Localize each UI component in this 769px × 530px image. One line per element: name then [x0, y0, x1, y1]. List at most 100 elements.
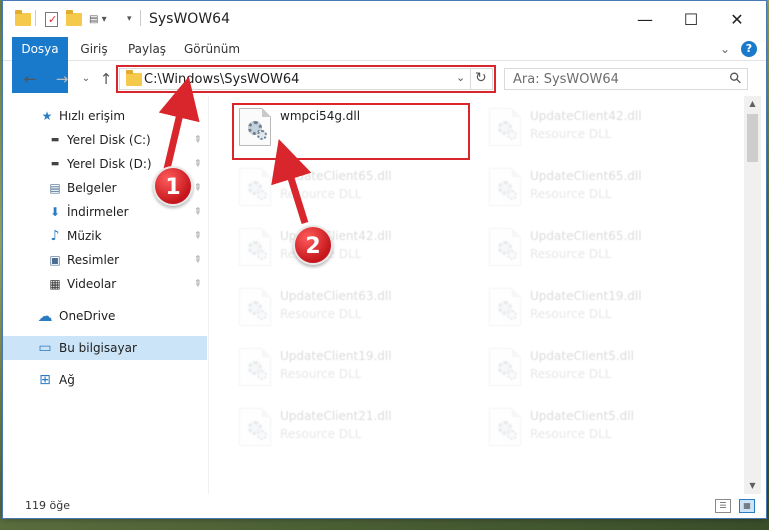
file-name: UpdateClient5.dll [530, 409, 634, 423]
file-type: Resource DLL [530, 127, 612, 141]
file-item[interactable]: UpdateClient21.dll Resource DLL [233, 402, 465, 458]
pin-icon[interactable]: ✎ [191, 230, 203, 242]
status-bar: 119 öğe ☰ ▦ [3, 494, 766, 518]
downloads-icon: ⬇ [49, 205, 61, 219]
expand-ribbon-icon[interactable]: ⌄ [717, 37, 733, 61]
sidebar-item-label: Ağ [59, 373, 75, 387]
search-icon[interactable]: ⚲ [725, 68, 746, 89]
sidebar-item-pictures[interactable]: ▣ Resimler ✎ [3, 248, 207, 272]
sidebar-item-videos[interactable]: ▦ Videolar ✎ [3, 272, 207, 296]
file-item[interactable]: UpdateClient19.dll Resource DLL [233, 342, 465, 398]
sidebar-item-label: Bu bilgisayar [59, 341, 137, 355]
file-item[interactable]: UpdateClient65.dll Resource DLL [233, 162, 465, 218]
file-item[interactable]: UpdateClient42.dll Resource DLL [483, 102, 715, 158]
new-folder-icon[interactable] [66, 9, 82, 28]
pin-icon[interactable]: ✎ [191, 206, 203, 218]
sidebar-item-onedrive[interactable]: ☁ OneDrive [3, 304, 207, 328]
close-button[interactable]: ✕ [714, 1, 760, 37]
file-item[interactable]: UpdateClient19.dll Resource DLL [483, 282, 715, 338]
recent-locations-icon[interactable]: ⌄ [75, 68, 97, 90]
sidebar-item-label: Müzik [67, 229, 102, 243]
sidebar-item-disk-c[interactable]: ▬ Yerel Disk (C:) ✎ [3, 128, 207, 152]
sidebar-item-music[interactable]: ♪ Müzik ✎ [3, 224, 207, 248]
pin-icon[interactable]: ✎ [191, 134, 203, 146]
documents-icon: ▤ [49, 181, 61, 195]
sidebar-item-label: İndirmeler [67, 205, 129, 219]
sidebar-item-label: Videolar [67, 277, 117, 291]
sidebar-item-label: OneDrive [59, 309, 116, 323]
file-item[interactable]: UpdateClient5.dll Resource DLL [483, 342, 715, 398]
sidebar-item-label: Yerel Disk (D:) [67, 157, 152, 171]
file-name: UpdateClient42.dll [530, 109, 642, 123]
dll-file-icon [239, 348, 271, 386]
tab-gorunum[interactable]: Görünüm [179, 37, 245, 61]
dll-file-icon [239, 288, 271, 326]
file-item[interactable]: UpdateClient42.dll Resource DLL [233, 222, 465, 278]
details-view-icon[interactable]: ☰ [715, 499, 731, 513]
step-2-badge: 2 [293, 225, 333, 265]
minimize-button[interactable]: — [622, 1, 668, 37]
music-icon: ♪ [50, 228, 60, 244]
file-name: UpdateClient65.dll [280, 169, 392, 183]
file-item[interactable]: UpdateClient65.dll Resource DLL [483, 222, 715, 278]
step-1-badge: 1 [153, 166, 193, 206]
pin-icon[interactable]: ✎ [191, 254, 203, 266]
back-button[interactable]: ← [19, 68, 41, 90]
scroll-down-icon[interactable]: ▼ [744, 478, 761, 494]
maximize-button[interactable]: ☐ [668, 1, 714, 37]
network-icon: ⊞ [39, 372, 51, 388]
drive-c-icon: ▬ [50, 135, 60, 145]
dll-file-icon [239, 228, 271, 266]
search-placeholder: Ara: SysWOW64 [513, 72, 619, 87]
navigation-bar: ← → ⌄ ↑ C:\Windows\SysWOW64 ⌄ ↻ Ara: Sys… [3, 62, 766, 96]
explorer-window: ✓ ▤ ▾ ▾ SysWOW64 — ☐ ✕ Dosya Giriş Payla… [2, 0, 767, 519]
address-highlight-box [116, 65, 496, 93]
vertical-scrollbar[interactable]: ▲ ▼ [744, 96, 761, 494]
file-item[interactable]: UpdateClient5.dll Resource DLL [483, 402, 715, 458]
file-name: UpdateClient63.dll [280, 289, 392, 303]
file-name: UpdateClient65.dll [530, 169, 642, 183]
sidebar-item-quick-access[interactable]: ★ Hızlı erişim [3, 104, 207, 128]
forward-button[interactable]: → [51, 68, 73, 90]
file-type: Resource DLL [530, 307, 612, 321]
file-item[interactable]: UpdateClient65.dll Resource DLL [483, 162, 715, 218]
computer-icon: ▭ [38, 340, 52, 356]
videos-icon: ▦ [49, 277, 61, 291]
scroll-thumb[interactable] [747, 114, 758, 162]
sidebar-item-network[interactable]: ⊞ Ağ [3, 368, 207, 392]
customize-icon[interactable]: ▤ ▾ [89, 10, 107, 28]
sidebar-item-label: Resimler [67, 253, 120, 267]
help-icon[interactable]: ? [741, 41, 757, 57]
pin-icon[interactable]: ✎ [191, 158, 203, 170]
tab-paylas[interactable]: Paylaş [121, 37, 173, 61]
file-type: Resource DLL [530, 247, 612, 261]
file-type: Resource DLL [280, 187, 362, 201]
scroll-up-icon[interactable]: ▲ [744, 96, 761, 112]
sidebar-item-label: Hızlı erişim [59, 109, 126, 123]
sidebar-item-label: Yerel Disk (C:) [67, 133, 151, 147]
item-count: 119 öğe [25, 499, 70, 512]
sidebar-item-this-pc[interactable]: ▭ Bu bilgisayar [3, 336, 207, 360]
file-name: UpdateClient19.dll [280, 349, 392, 363]
file-name: UpdateClient65.dll [530, 229, 642, 243]
search-input[interactable]: Ara: SysWOW64 ⚲ [504, 68, 748, 90]
file-type: Resource DLL [530, 367, 612, 381]
tab-giris[interactable]: Giriş [74, 37, 114, 61]
dll-file-icon [239, 408, 271, 446]
ribbon: Dosya Giriş Paylaş Görünüm ⌄ ? [3, 37, 766, 93]
properties-icon[interactable]: ✓ [45, 10, 58, 28]
up-button[interactable]: ↑ [95, 68, 117, 90]
window-title: SysWOW64 [149, 11, 230, 27]
pictures-icon: ▣ [49, 253, 61, 267]
dll-file-icon [239, 168, 271, 206]
navigation-pane: ★ Hızlı erişim ▬ Yerel Disk (C:) ✎ ▬ Yer… [3, 96, 207, 494]
qa-dropdown-icon[interactable]: ▾ [127, 10, 132, 28]
dll-file-icon [489, 228, 521, 266]
file-type: Resource DLL [280, 367, 362, 381]
dll-file-icon [489, 108, 521, 146]
folder-icon [15, 9, 31, 28]
pin-icon[interactable]: ✎ [191, 278, 203, 290]
title-divider [140, 10, 141, 26]
large-icons-view-icon[interactable]: ▦ [739, 499, 755, 513]
file-item[interactable]: UpdateClient63.dll Resource DLL [233, 282, 465, 338]
